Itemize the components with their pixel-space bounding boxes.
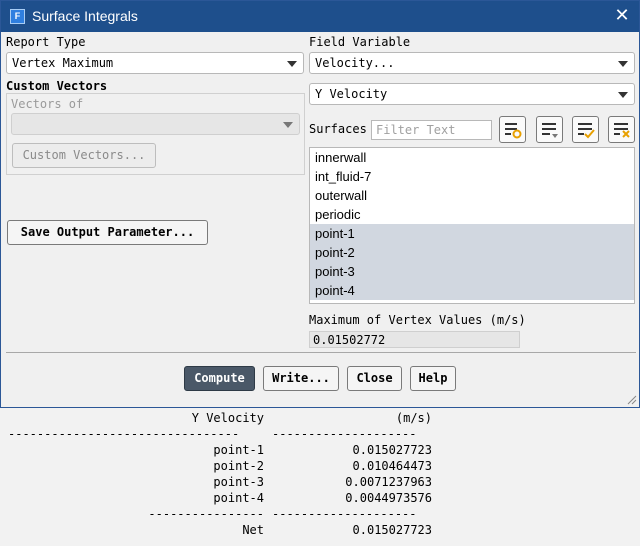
console-header-right: (m/s) — [395, 411, 432, 425]
chevron-down-icon — [283, 122, 293, 128]
console-output: Y Velocity (m/s) -----------------------… — [0, 408, 640, 546]
list-item[interactable]: periodic — [310, 205, 634, 224]
fluent-app-icon: F — [10, 9, 25, 24]
report-type-value: Vertex Maximum — [12, 56, 114, 70]
report-type-dropdown[interactable]: Vertex Maximum — [6, 52, 304, 74]
custom-vectors-button[interactable]: Custom Vectors... — [12, 143, 156, 168]
list-item[interactable]: point-1 — [310, 224, 634, 243]
console-row-name: point-1 — [213, 443, 264, 457]
list-item[interactable]: point-4 — [310, 281, 634, 300]
console-row-value: 0.010464473 — [352, 459, 432, 473]
result-label: Maximum of Vertex Values (m/s) — [309, 313, 526, 327]
vectors-of-dropdown[interactable] — [11, 113, 300, 135]
surface-integrals-dialog: F Surface Integrals ✕ Report Type Vertex… — [0, 0, 640, 408]
select-all-button[interactable] — [572, 116, 599, 143]
save-output-parameter-button[interactable]: Save Output Parameter... — [7, 220, 208, 245]
divider — [6, 352, 636, 353]
console-row-value: 0.015027723 — [352, 443, 432, 457]
console-row-name: point-4 — [213, 491, 264, 505]
console-row-name: point-3 — [213, 475, 264, 489]
field-variable-label: Field Variable — [309, 35, 411, 49]
list-item[interactable]: outerwall — [310, 186, 634, 205]
console-row-value: 0.0071237963 — [345, 475, 432, 489]
report-type-label: Report Type — [6, 35, 86, 49]
console-row-value: 0.0044973576 — [345, 491, 432, 505]
list-filter-icon — [505, 123, 522, 139]
title-bar[interactable]: F Surface Integrals ✕ — [1, 1, 639, 32]
console-separator: ---------------- — [148, 507, 264, 521]
field-variable-dropdown[interactable]: Velocity... — [309, 52, 635, 74]
chevron-down-icon — [618, 92, 628, 98]
result-value-field: 0.01502772 — [309, 331, 520, 348]
list-clear-icon — [614, 123, 630, 138]
custom-vectors-heading: Custom Vectors — [6, 79, 108, 93]
list-item[interactable]: int_fluid-7 — [310, 167, 634, 186]
window-title: Surface Integrals — [32, 8, 138, 24]
close-icon[interactable]: ✕ — [611, 5, 633, 27]
close-button[interactable]: Close — [347, 366, 402, 391]
select-by-type-button[interactable] — [499, 116, 526, 143]
console-row-name: point-2 — [213, 459, 264, 473]
console-separator: -------------------- — [272, 427, 417, 441]
field-subvariable-dropdown[interactable]: Y Velocity — [309, 83, 635, 105]
list-options-button[interactable] — [536, 116, 563, 143]
compute-button[interactable]: Compute — [184, 366, 255, 391]
console-header-left: Y Velocity — [191, 411, 264, 425]
deselect-all-button[interactable] — [608, 116, 635, 143]
console-net-value: 0.015027723 — [352, 523, 432, 537]
write-button[interactable]: Write... — [263, 366, 339, 391]
list-dropdown-icon — [542, 123, 558, 138]
console-net-label: Net — [242, 523, 264, 537]
list-item[interactable]: point-3 — [310, 262, 634, 281]
console-separator: -------------------------------- — [8, 427, 240, 441]
surfaces-filter-input[interactable]: Filter Text — [371, 120, 492, 140]
list-check-icon — [578, 123, 595, 139]
surfaces-label: Surfaces — [309, 122, 367, 136]
list-item[interactable]: point-2 — [310, 243, 634, 262]
resize-grip-icon[interactable] — [625, 393, 637, 405]
chevron-down-icon — [287, 61, 297, 67]
surfaces-list[interactable]: innerwall int_fluid-7 outerwall periodic… — [309, 147, 635, 304]
console-separator: -------------------- — [272, 507, 417, 521]
field-variable-value: Velocity... — [315, 56, 395, 70]
vectors-of-label: Vectors of — [11, 97, 84, 111]
list-item[interactable]: innerwall — [310, 148, 634, 167]
field-subvariable-value: Y Velocity — [315, 87, 388, 101]
chevron-down-icon — [618, 61, 628, 67]
help-button[interactable]: Help — [410, 366, 456, 391]
